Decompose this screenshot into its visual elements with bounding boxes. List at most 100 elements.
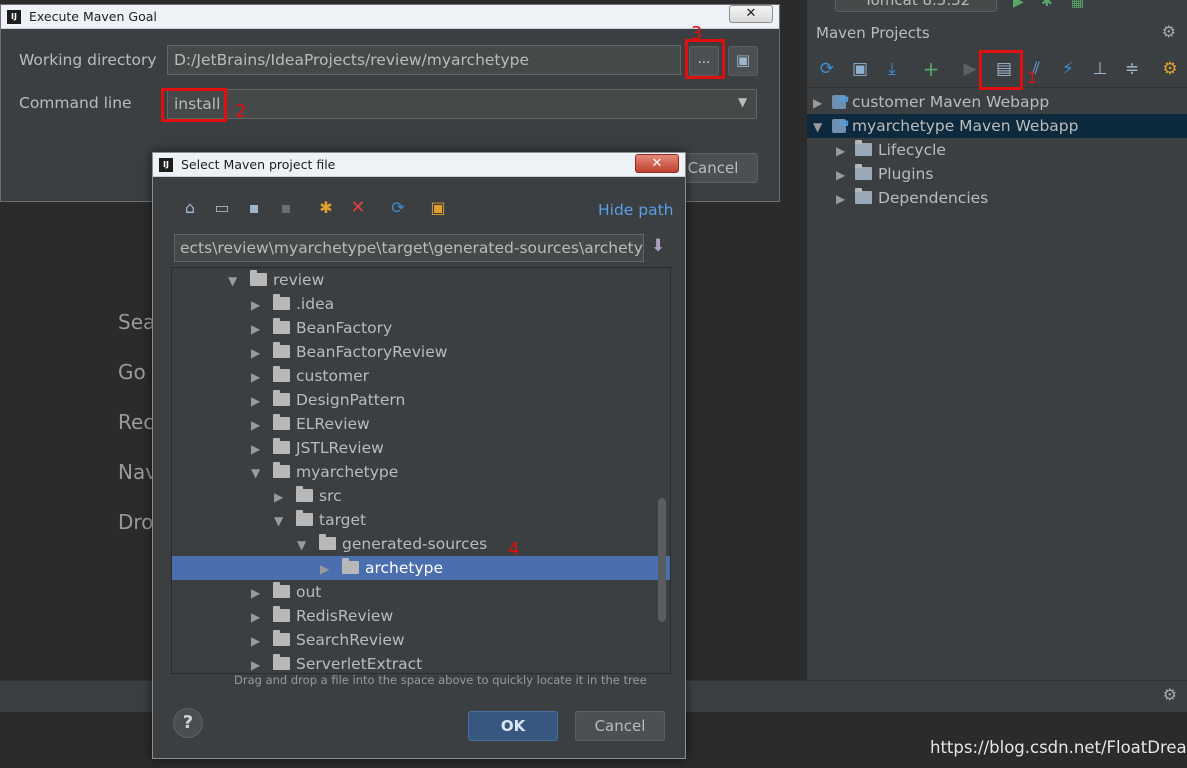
tree-row-src[interactable]: ▶ src — [274, 484, 342, 508]
maven-project-myarchetype[interactable]: ▼ m myarchetype Maven Webapp — [807, 114, 1187, 138]
path-field[interactable]: ects\review\myarchetype\target\generated… — [174, 234, 644, 262]
select-project-icon[interactable]: ▣ — [728, 46, 758, 76]
collapse-arrow-icon[interactable]: ▼ — [228, 269, 250, 293]
maven-node-lifecycle[interactable]: ▶ Lifecycle — [836, 138, 946, 162]
refresh-icon[interactable]: ⟳ — [387, 197, 409, 219]
command-line-field[interactable]: install — [167, 89, 757, 119]
tree-row-label: ServerletExtract — [296, 655, 423, 673]
tree-row-jstlreview[interactable]: ▶ JSTLReview — [251, 436, 384, 460]
select-maven-project-file-dialog: IJ Select Maven project file ✕ ⌂ ▭ ▪ ▪ ✱… — [152, 152, 686, 759]
project-label: customer Maven Webapp — [851, 93, 1050, 111]
tree-row-redisreview[interactable]: ▶ RedisReview — [251, 604, 393, 628]
maven-toolbar: ⟳ ▣ ⤓ + ▶ ▤ ⫽ ⚡ ⊥ ≑ ⚙ 1 — [807, 50, 1187, 90]
help-button[interactable]: ? — [173, 708, 203, 738]
maven-project-customer[interactable]: ▶ m customer Maven Webapp — [813, 90, 1187, 114]
tree-row-idea[interactable]: ▶ .idea — [251, 292, 334, 316]
vertical-scrollbar[interactable] — [658, 498, 666, 622]
tree-row-label: DesignPattern — [296, 391, 406, 409]
tree-row-label: generated-sources — [342, 535, 488, 553]
expand-arrow-icon[interactable]: ▶ — [251, 413, 273, 437]
tree-row-myarchetype[interactable]: ▼ myarchetype — [251, 460, 398, 484]
tree-row-designpattern[interactable]: ▶ DesignPattern — [251, 388, 406, 412]
settings-gear-icon[interactable]: ⚙ — [1163, 685, 1177, 704]
expand-arrow-icon[interactable]: ▶ — [320, 557, 342, 581]
plugins-folder-icon — [854, 164, 872, 180]
expand-arrow-icon[interactable]: ▶ — [251, 653, 273, 673]
expand-arrow-icon[interactable]: ▶ — [836, 139, 850, 163]
maven-settings-icon[interactable]: ⚙ — [1159, 58, 1181, 80]
desktop-icon[interactable]: ▭ — [211, 197, 233, 219]
intellij-logo-icon: IJ — [7, 10, 21, 24]
close-button[interactable]: ✕ — [635, 154, 679, 173]
dropdown-arrow-icon[interactable]: ▼ — [738, 95, 747, 109]
collapse-arrow-icon[interactable]: ▼ — [813, 115, 827, 139]
tree-row-target[interactable]: ▼ target — [274, 508, 366, 532]
expand-arrow-icon[interactable]: ▶ — [251, 365, 273, 389]
tree-row-beanfactoryreview[interactable]: ▶ BeanFactoryReview — [251, 340, 447, 364]
new-folder-icon[interactable]: ✱ — [315, 197, 337, 219]
tree-row-generated-sources[interactable]: ▼ generated-sources — [297, 532, 488, 556]
expand-arrow-icon[interactable]: ▶ — [251, 341, 273, 365]
expand-arrow-icon[interactable]: ▶ — [251, 293, 273, 317]
maven-node-plugins[interactable]: ▶ Plugins — [836, 162, 933, 186]
module-dir-icon[interactable]: ▪ — [275, 197, 297, 219]
expand-arrow-icon[interactable]: ▶ — [251, 437, 273, 461]
tree-row-label: JSTLReview — [296, 439, 384, 457]
tree-row-customer[interactable]: ▶ customer — [251, 364, 369, 388]
cancel-button[interactable]: Cancel — [575, 711, 665, 741]
tree-row-review[interactable]: ▼ review — [228, 268, 324, 292]
dialog-title: Select Maven project file — [181, 157, 336, 172]
history-icon[interactable]: ⬇ — [651, 236, 665, 256]
tree-row-beanfactory[interactable]: ▶ BeanFactory — [251, 316, 392, 340]
tree-row-label: customer — [296, 367, 369, 385]
dialog-title: Execute Maven Goal — [29, 9, 157, 24]
skip-tests-icon[interactable]: ⚡ — [1057, 58, 1079, 80]
expand-arrow-icon[interactable]: ▶ — [274, 485, 296, 509]
expand-arrow-icon[interactable]: ▶ — [251, 389, 273, 413]
file-tree[interactable]: ▼ review ▶ .idea ▶ BeanFactory ▶ BeanFactoryRev… — [171, 267, 671, 674]
show-hidden-icon[interactable]: ▣ — [427, 197, 449, 219]
home-icon[interactable]: ⌂ — [179, 197, 201, 219]
expand-arrow-icon[interactable]: ▶ — [251, 317, 273, 341]
tree-row-elreview[interactable]: ▶ ELReview — [251, 412, 370, 436]
coverage-icon[interactable]: ▦ — [1071, 0, 1084, 10]
folder-icon — [319, 534, 336, 550]
folder-icon — [296, 510, 313, 526]
tree-row-serverletextract[interactable]: ▶ ServerletExtract — [251, 652, 423, 673]
expand-arrow-icon[interactable]: ▶ — [813, 91, 827, 115]
collapse-arrow-icon[interactable]: ▼ — [297, 533, 319, 557]
add-project-icon[interactable]: + — [920, 58, 942, 80]
close-button[interactable]: ✕ — [729, 5, 773, 23]
collapse-all-icon[interactable]: ≑ — [1121, 58, 1143, 80]
dependencies-folder-icon — [854, 188, 872, 204]
tree-row-searchreview[interactable]: ▶ SearchReview — [251, 628, 405, 652]
ok-button[interactable]: OK — [468, 711, 558, 741]
show-dependencies-icon[interactable]: ⊥ — [1089, 58, 1111, 80]
tree-row-out[interactable]: ▶ out — [251, 580, 321, 604]
delete-icon[interactable]: ✕ — [347, 197, 369, 219]
tree-row-label: ELReview — [296, 415, 370, 433]
expand-arrow-icon[interactable]: ▶ — [836, 163, 850, 187]
run-build-icon[interactable]: ▶ — [959, 58, 981, 80]
reimport-icon[interactable]: ⟳ — [816, 58, 838, 80]
folder-icon — [273, 342, 290, 358]
maven-node-dependencies[interactable]: ▶ Dependencies — [836, 186, 988, 210]
hide-path-link[interactable]: Hide path — [598, 201, 674, 219]
project-dir-icon[interactable]: ▪ — [243, 197, 265, 219]
expand-arrow-icon[interactable]: ▶ — [251, 605, 273, 629]
tree-row-label: SearchReview — [296, 631, 405, 649]
expand-arrow-icon[interactable]: ▶ — [836, 187, 850, 211]
generate-sources-icon[interactable]: ▣ — [849, 58, 871, 80]
collapse-arrow-icon[interactable]: ▼ — [274, 509, 296, 533]
working-directory-field[interactable]: D:/JetBrains/IdeaProjects/review/myarche… — [167, 45, 681, 75]
expand-arrow-icon[interactable]: ▶ — [251, 581, 273, 605]
collapse-arrow-icon[interactable]: ▼ — [251, 461, 273, 485]
folder-icon — [273, 582, 290, 598]
run-config-combo[interactable]: Tomcat 8.5.32 — [835, 0, 997, 12]
debug-icon[interactable]: ✱ — [1041, 0, 1053, 10]
tree-row-archetype[interactable]: ▶ archetype — [172, 556, 670, 580]
run-icon[interactable]: ▶ — [1013, 0, 1024, 10]
expand-arrow-icon[interactable]: ▶ — [251, 629, 273, 653]
settings-gear-icon[interactable]: ⚙ — [1162, 22, 1176, 41]
download-sources-icon[interactable]: ⤓ — [881, 58, 903, 80]
